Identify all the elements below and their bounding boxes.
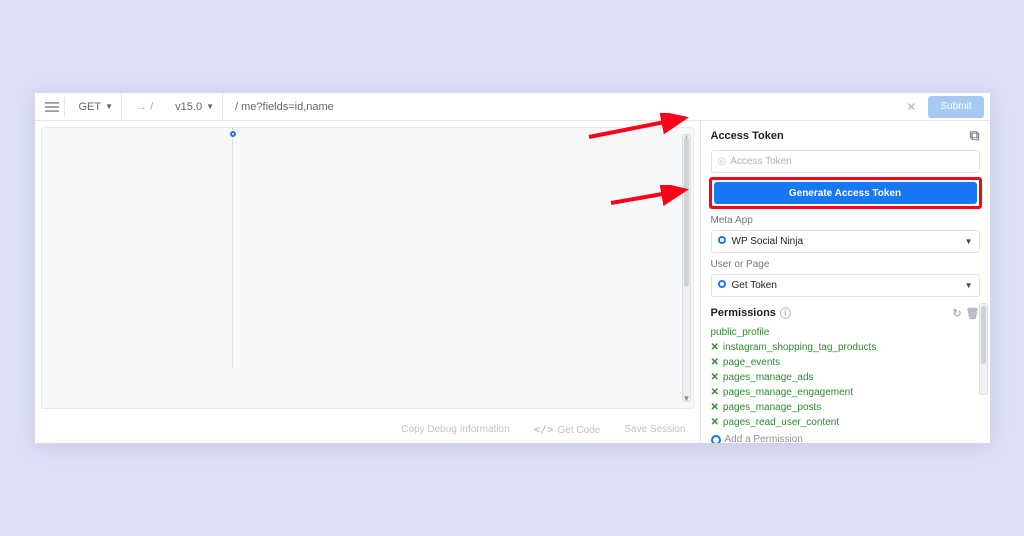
permissions-scrollbar[interactable] — [979, 303, 988, 395]
right-panel: Access Token ⧉ ◎Access Token Generate Ac… — [701, 121, 990, 443]
remove-permission-icon[interactable]: ✕ — [711, 400, 719, 415]
permission-item: ✕page_events — [711, 355, 980, 370]
permissions-header: Permissionsⓘ ↻🗑 — [701, 301, 990, 325]
remove-permission-icon[interactable]: ✕ — [711, 415, 719, 430]
remove-permission-icon[interactable]: ✕ — [711, 355, 719, 370]
main: ▲ ▼ Copy Debug Information </>Get Code S… — [35, 121, 990, 443]
canvas: ▲ ▼ — [41, 127, 694, 409]
permissions-list: public_profile✕instagram_shopping_tag_pr… — [701, 325, 990, 432]
copy-debug-button[interactable]: Copy Debug Information — [401, 424, 509, 435]
api-version-select[interactable]: v15.0▼ — [167, 93, 223, 120]
user-or-page-label: User or Page — [701, 257, 990, 272]
copy-token-icon[interactable]: ⧉ — [970, 127, 980, 144]
access-token-input[interactable]: ◎Access Token — [711, 150, 980, 173]
app-host: → / — [128, 93, 161, 120]
permission-item: ✕pages_manage_ads — [711, 370, 980, 385]
topbar: GET▼ → / v15.0▼ / me?fields=id,name ✕ Su… — [35, 93, 990, 121]
generate-access-token-button[interactable]: Generate Access Token — [714, 182, 977, 204]
get-code-button[interactable]: </>Get Code — [534, 423, 601, 436]
footer: Copy Debug Information </>Get Code Save … — [35, 415, 700, 443]
response-scrollbar[interactable]: ▲ ▼ — [682, 134, 691, 402]
remove-permission-icon[interactable]: ✕ — [711, 370, 719, 385]
http-method-select[interactable]: GET▼ — [71, 93, 123, 120]
access-token-header: Access Token ⧉ — [701, 121, 990, 146]
response-pane: ▲ ▼ Copy Debug Information </>Get Code S… — [35, 121, 701, 443]
permission-item: public_profile — [711, 325, 980, 340]
remove-permission-icon[interactable]: ✕ — [711, 385, 719, 400]
graph-api-explorer: GET▼ → / v15.0▼ / me?fields=id,name ✕ Su… — [35, 93, 990, 443]
save-session-button[interactable]: Save Session — [624, 424, 685, 435]
clear-perms-icon[interactable]: 🗑 — [966, 307, 980, 320]
meta-app-label: Meta App — [701, 213, 990, 228]
submit-button[interactable]: Submit — [928, 96, 983, 118]
meta-app-select[interactable]: WP Social Ninja ▼ — [711, 230, 980, 253]
permission-item: ✕pages_read_user_content — [711, 415, 980, 430]
remove-permission-icon[interactable]: ✕ — [711, 340, 719, 355]
code-icon: </> — [534, 423, 554, 436]
add-permission-button[interactable]: Add a Permission — [701, 432, 990, 443]
request-path-input[interactable]: / me?fields=id,name — [229, 101, 894, 113]
clear-path-icon[interactable]: ✕ — [900, 100, 922, 114]
reset-icon[interactable]: ↻ — [952, 307, 961, 320]
menu-icon[interactable] — [41, 97, 65, 117]
permission-item: ✕pages_manage_posts — [711, 400, 980, 415]
permission-item: ✕pages_manage_engagement — [711, 385, 980, 400]
highlight-generate: Generate Access Token — [709, 177, 982, 209]
canvas-divider — [232, 128, 233, 368]
plus-icon — [711, 435, 721, 444]
get-token-select[interactable]: Get Token ▼ — [711, 274, 980, 297]
node-handle[interactable] — [230, 131, 236, 137]
permissions-area: Permissionsⓘ ↻🗑 public_profile✕instagram… — [701, 301, 990, 443]
permission-item: ✕instagram_shopping_tag_products — [711, 340, 980, 355]
